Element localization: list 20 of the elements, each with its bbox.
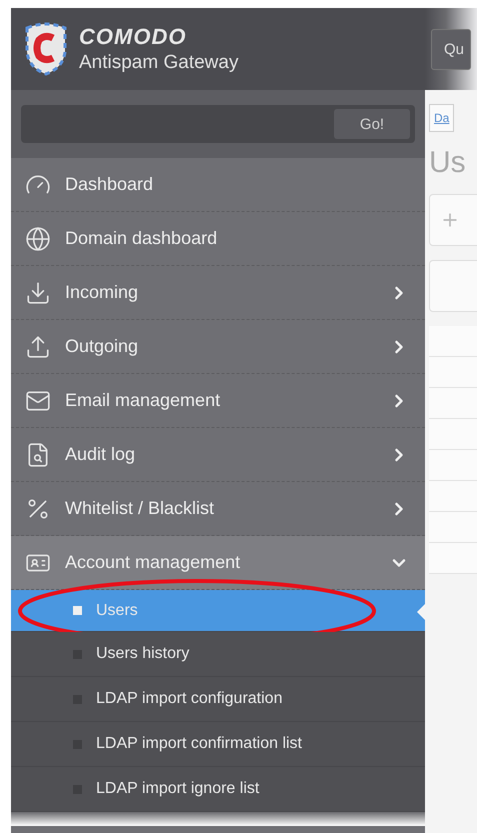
bullet-icon bbox=[73, 606, 82, 615]
go-button[interactable]: Go! bbox=[334, 109, 410, 139]
page-title: Us bbox=[429, 146, 467, 180]
menu-item[interactable]: Account management bbox=[11, 536, 425, 590]
tray-upload-icon bbox=[25, 334, 51, 360]
submenu-item[interactable]: Users history bbox=[11, 632, 425, 677]
header-button[interactable]: Qu bbox=[431, 28, 472, 70]
submenu-item[interactable]: LDAP import configuration bbox=[11, 677, 425, 722]
tray-download-icon bbox=[25, 280, 51, 306]
product-name: Antispam Gateway bbox=[79, 52, 238, 74]
shield-logo-icon bbox=[23, 22, 69, 76]
submenu-item[interactable]: Users bbox=[11, 590, 425, 632]
add-toolbar-button[interactable] bbox=[429, 194, 477, 246]
search-field[interactable]: Go! bbox=[21, 105, 415, 143]
submenu-item[interactable]: LDAP import confirmation list bbox=[11, 722, 425, 767]
brand-name: COMODO bbox=[79, 24, 188, 50]
breadcrumb-link[interactable]: Da bbox=[429, 104, 454, 132]
toolbar-button[interactable] bbox=[429, 260, 477, 312]
globe-icon bbox=[25, 226, 51, 252]
submenu-item[interactable]: LDAP import ignore list bbox=[11, 767, 425, 812]
